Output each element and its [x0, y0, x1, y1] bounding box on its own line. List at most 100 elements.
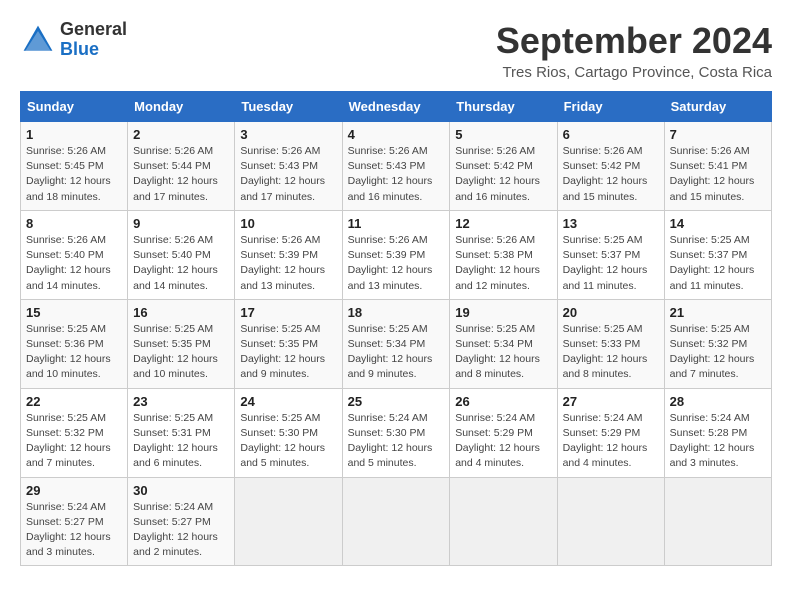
day-detail: Sunrise: 5:26 AMSunset: 5:43 PMDaylight:… — [240, 145, 325, 203]
day-detail: Sunrise: 5:26 AMSunset: 5:41 PMDaylight:… — [670, 145, 755, 203]
day-cell: 19 Sunrise: 5:25 AMSunset: 5:34 PMDaylig… — [450, 299, 557, 388]
day-cell: 12 Sunrise: 5:26 AMSunset: 5:38 PMDaylig… — [450, 210, 557, 299]
day-number: 19 — [455, 305, 551, 320]
day-number: 15 — [26, 305, 122, 320]
day-number: 11 — [348, 216, 445, 231]
week-row-5: 29 Sunrise: 5:24 AMSunset: 5:27 PMDaylig… — [21, 477, 772, 566]
day-number: 13 — [563, 216, 659, 231]
day-cell — [235, 477, 342, 566]
day-detail: Sunrise: 5:25 AMSunset: 5:32 PMDaylight:… — [670, 323, 755, 381]
day-number: 1 — [26, 127, 122, 142]
day-number: 16 — [133, 305, 229, 320]
day-cell: 9 Sunrise: 5:26 AMSunset: 5:40 PMDayligh… — [128, 210, 235, 299]
day-number: 5 — [455, 127, 551, 142]
day-cell: 20 Sunrise: 5:25 AMSunset: 5:33 PMDaylig… — [557, 299, 664, 388]
day-cell — [557, 477, 664, 566]
day-number: 3 — [240, 127, 336, 142]
column-header-monday: Monday — [128, 92, 235, 122]
calendar-table: SundayMondayTuesdayWednesdayThursdayFrid… — [20, 91, 772, 566]
day-cell: 13 Sunrise: 5:25 AMSunset: 5:37 PMDaylig… — [557, 210, 664, 299]
column-header-sunday: Sunday — [21, 92, 128, 122]
day-detail: Sunrise: 5:24 AMSunset: 5:27 PMDaylight:… — [133, 501, 218, 559]
day-number: 21 — [670, 305, 766, 320]
day-detail: Sunrise: 5:25 AMSunset: 5:32 PMDaylight:… — [26, 412, 111, 470]
column-header-thursday: Thursday — [450, 92, 557, 122]
day-cell: 14 Sunrise: 5:25 AMSunset: 5:37 PMDaylig… — [664, 210, 771, 299]
column-header-saturday: Saturday — [664, 92, 771, 122]
day-detail: Sunrise: 5:25 AMSunset: 5:36 PMDaylight:… — [26, 323, 111, 381]
day-detail: Sunrise: 5:26 AMSunset: 5:42 PMDaylight:… — [563, 145, 648, 203]
column-header-tuesday: Tuesday — [235, 92, 342, 122]
week-row-1: 1 Sunrise: 5:26 AMSunset: 5:45 PMDayligh… — [21, 122, 772, 211]
day-detail: Sunrise: 5:26 AMSunset: 5:38 PMDaylight:… — [455, 234, 540, 292]
day-number: 23 — [133, 394, 229, 409]
day-detail: Sunrise: 5:25 AMSunset: 5:35 PMDaylight:… — [240, 323, 325, 381]
header: General Blue September 2024 Tres Rios, C… — [20, 20, 772, 81]
day-cell: 8 Sunrise: 5:26 AMSunset: 5:40 PMDayligh… — [21, 210, 128, 299]
day-detail: Sunrise: 5:25 AMSunset: 5:30 PMDaylight:… — [240, 412, 325, 470]
day-detail: Sunrise: 5:26 AMSunset: 5:43 PMDaylight:… — [348, 145, 433, 203]
day-cell: 28 Sunrise: 5:24 AMSunset: 5:28 PMDaylig… — [664, 388, 771, 477]
day-number: 29 — [26, 483, 122, 498]
day-number: 22 — [26, 394, 122, 409]
day-detail: Sunrise: 5:26 AMSunset: 5:39 PMDaylight:… — [240, 234, 325, 292]
logo-icon — [20, 22, 56, 58]
day-detail: Sunrise: 5:26 AMSunset: 5:42 PMDaylight:… — [455, 145, 540, 203]
day-cell — [450, 477, 557, 566]
day-cell: 23 Sunrise: 5:25 AMSunset: 5:31 PMDaylig… — [128, 388, 235, 477]
day-number: 14 — [670, 216, 766, 231]
day-number: 25 — [348, 394, 445, 409]
week-row-2: 8 Sunrise: 5:26 AMSunset: 5:40 PMDayligh… — [21, 210, 772, 299]
day-number: 7 — [670, 127, 766, 142]
day-number: 4 — [348, 127, 445, 142]
day-number: 27 — [563, 394, 659, 409]
day-detail: Sunrise: 5:24 AMSunset: 5:29 PMDaylight:… — [563, 412, 648, 470]
day-detail: Sunrise: 5:25 AMSunset: 5:37 PMDaylight:… — [670, 234, 755, 292]
day-number: 6 — [563, 127, 659, 142]
day-cell — [664, 477, 771, 566]
day-cell: 24 Sunrise: 5:25 AMSunset: 5:30 PMDaylig… — [235, 388, 342, 477]
day-cell: 10 Sunrise: 5:26 AMSunset: 5:39 PMDaylig… — [235, 210, 342, 299]
day-detail: Sunrise: 5:25 AMSunset: 5:33 PMDaylight:… — [563, 323, 648, 381]
day-cell: 4 Sunrise: 5:26 AMSunset: 5:43 PMDayligh… — [342, 122, 450, 211]
day-number: 9 — [133, 216, 229, 231]
day-cell: 17 Sunrise: 5:25 AMSunset: 5:35 PMDaylig… — [235, 299, 342, 388]
day-detail: Sunrise: 5:26 AMSunset: 5:40 PMDaylight:… — [26, 234, 111, 292]
week-row-3: 15 Sunrise: 5:25 AMSunset: 5:36 PMDaylig… — [21, 299, 772, 388]
day-cell: 25 Sunrise: 5:24 AMSunset: 5:30 PMDaylig… — [342, 388, 450, 477]
day-detail: Sunrise: 5:25 AMSunset: 5:31 PMDaylight:… — [133, 412, 218, 470]
column-header-wednesday: Wednesday — [342, 92, 450, 122]
day-cell: 22 Sunrise: 5:25 AMSunset: 5:32 PMDaylig… — [21, 388, 128, 477]
month-title: September 2024 — [496, 20, 772, 62]
day-number: 18 — [348, 305, 445, 320]
day-cell: 27 Sunrise: 5:24 AMSunset: 5:29 PMDaylig… — [557, 388, 664, 477]
day-detail: Sunrise: 5:26 AMSunset: 5:44 PMDaylight:… — [133, 145, 218, 203]
logo-text: General Blue — [60, 20, 127, 60]
week-row-4: 22 Sunrise: 5:25 AMSunset: 5:32 PMDaylig… — [21, 388, 772, 477]
day-number: 20 — [563, 305, 659, 320]
day-cell: 15 Sunrise: 5:25 AMSunset: 5:36 PMDaylig… — [21, 299, 128, 388]
day-cell: 16 Sunrise: 5:25 AMSunset: 5:35 PMDaylig… — [128, 299, 235, 388]
day-cell: 2 Sunrise: 5:26 AMSunset: 5:44 PMDayligh… — [128, 122, 235, 211]
day-number: 17 — [240, 305, 336, 320]
day-cell: 30 Sunrise: 5:24 AMSunset: 5:27 PMDaylig… — [128, 477, 235, 566]
day-number: 24 — [240, 394, 336, 409]
day-detail: Sunrise: 5:25 AMSunset: 5:37 PMDaylight:… — [563, 234, 648, 292]
day-detail: Sunrise: 5:24 AMSunset: 5:30 PMDaylight:… — [348, 412, 433, 470]
day-cell: 5 Sunrise: 5:26 AMSunset: 5:42 PMDayligh… — [450, 122, 557, 211]
day-cell: 7 Sunrise: 5:26 AMSunset: 5:41 PMDayligh… — [664, 122, 771, 211]
location-title: Tres Rios, Cartago Province, Costa Rica — [496, 64, 772, 81]
day-detail: Sunrise: 5:24 AMSunset: 5:27 PMDaylight:… — [26, 501, 111, 559]
day-number: 8 — [26, 216, 122, 231]
day-cell: 26 Sunrise: 5:24 AMSunset: 5:29 PMDaylig… — [450, 388, 557, 477]
day-number: 28 — [670, 394, 766, 409]
day-cell: 29 Sunrise: 5:24 AMSunset: 5:27 PMDaylig… — [21, 477, 128, 566]
day-detail: Sunrise: 5:24 AMSunset: 5:28 PMDaylight:… — [670, 412, 755, 470]
day-number: 26 — [455, 394, 551, 409]
day-detail: Sunrise: 5:26 AMSunset: 5:39 PMDaylight:… — [348, 234, 433, 292]
day-number: 12 — [455, 216, 551, 231]
day-cell: 11 Sunrise: 5:26 AMSunset: 5:39 PMDaylig… — [342, 210, 450, 299]
day-number: 30 — [133, 483, 229, 498]
day-detail: Sunrise: 5:25 AMSunset: 5:34 PMDaylight:… — [348, 323, 433, 381]
day-cell — [342, 477, 450, 566]
